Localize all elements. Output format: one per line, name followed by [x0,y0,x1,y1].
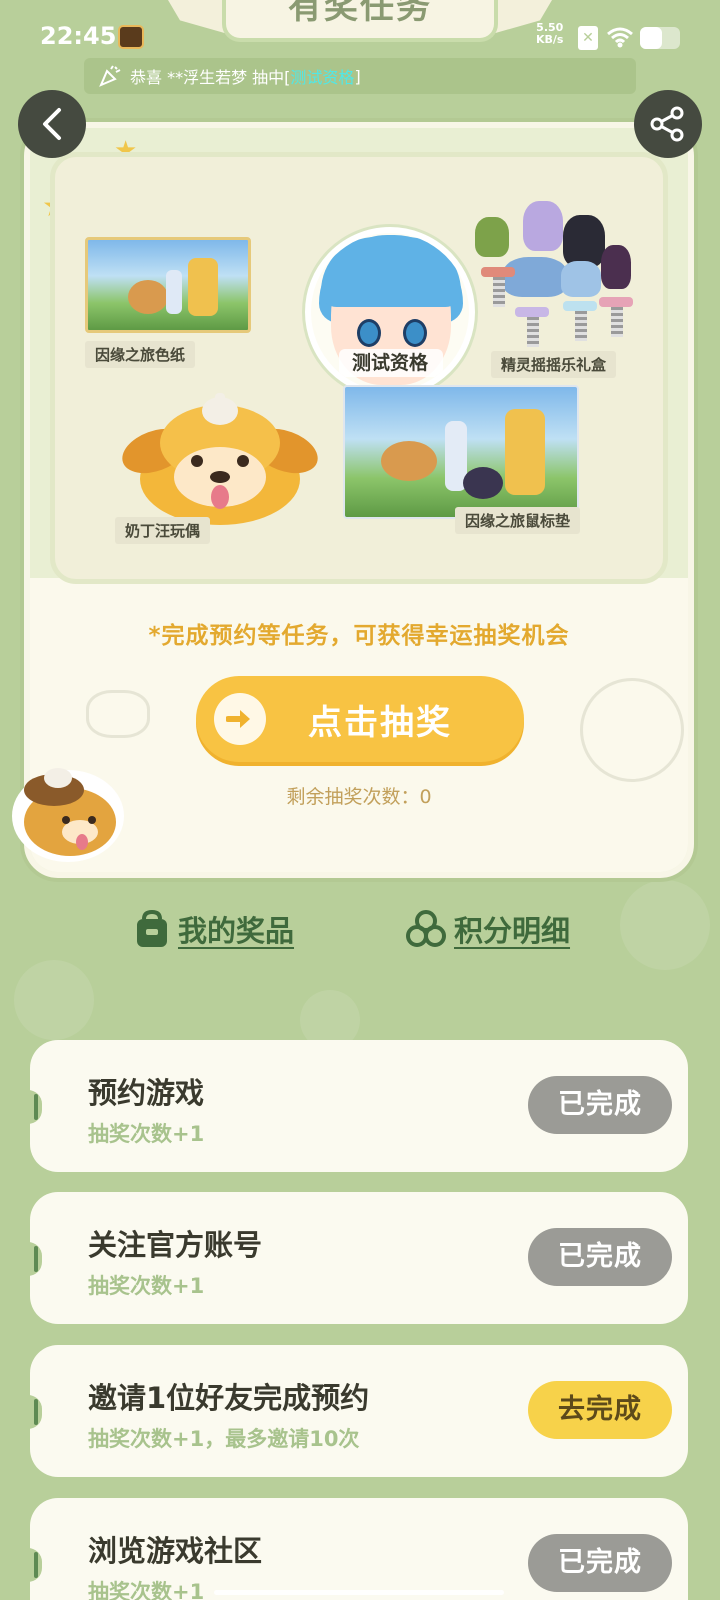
task-card: 邀请1位好友完成预约 抽奖次数+1，最多邀请10次 去完成 [28,1345,688,1477]
arrow-right-icon [214,693,266,745]
plush-image [122,393,318,525]
task-status-button[interactable]: 已完成 [528,1228,672,1286]
chevron-left-icon [43,108,61,140]
task-title: 邀请1位好友完成预约 [88,1381,370,1415]
page-title-banner: 有奖任务 [222,0,498,42]
stamp-decoration [580,678,684,782]
wifi-icon [607,27,633,48]
task-status-button[interactable]: 已完成 [528,1076,672,1134]
my-prizes-link[interactable]: 我的奖品 [134,908,294,950]
stamp-decoration [86,690,150,738]
home-indicator[interactable] [214,1590,504,1595]
share-button[interactable] [634,90,702,158]
winner-ticker: 恭喜 **浮生若梦 抽中[ 测试资格 ] [84,58,636,94]
task-go-button[interactable]: 去完成 [528,1381,672,1439]
ticker-suffix: ] [354,66,361,86]
battery-level-fill [640,27,662,49]
prize-label-mousepad: 因缘之旅鼠标垫 [455,507,581,534]
task-title: 关注官方账号 [88,1228,263,1262]
mascot-dog-icon [12,768,124,862]
background-decoration [620,880,710,970]
page-title: 有奖任务 [288,0,432,27]
prize-shaker-box: 精灵摇摇乐礼盒 [467,201,647,378]
remaining-draws-count: 0 [419,786,432,808]
sim-off-icon: ✕ [578,26,598,50]
remaining-draws-label: 剩余抽奖次数： [286,786,420,808]
background-decoration [14,960,94,1040]
gift-bag-icon [137,909,167,947]
draw-button[interactable]: 点击抽奖 [196,676,524,762]
network-speed: 5.50 KB/s [536,22,563,46]
battery-icon [640,27,680,49]
task-card: 关注官方账号 抽奖次数+1 已完成 [28,1192,688,1324]
task-reward: 抽奖次数+1 [88,1122,205,1146]
ticker-highlight: 测试资格 [290,68,355,87]
task-card: 预约游戏 抽奖次数+1 已完成 [28,1040,688,1172]
paper-image [85,237,251,333]
task-reward: 抽奖次数+1，最多邀请10次 [88,1427,360,1451]
prize-label-shaker-box: 精灵摇摇乐礼盒 [491,351,617,378]
draw-hint: *完成预约等任务，可获得幸运抽奖机会 [148,623,570,649]
mousepad-image [343,385,579,519]
task-card: 浏览游戏社区 抽奖次数+1 已完成 [28,1498,688,1600]
prize-plush: 奶丁汪玩偶 [115,381,325,544]
task-reward: 抽奖次数+1 [88,1580,205,1600]
party-popper-icon [99,65,121,87]
draw-button-label: 点击抽奖 [308,702,452,743]
prize-label-paper: 因缘之旅色纸 [85,341,196,368]
prize-label-qualification: 测试资格 [351,352,428,374]
task-title: 预约游戏 [88,1076,205,1110]
back-button[interactable] [18,90,86,158]
task-reward: 抽奖次数+1 [88,1274,205,1298]
points-detail-link[interactable]: 积分明细 [406,908,570,950]
my-prizes-label: 我的奖品 [178,914,295,948]
share-icon [650,106,684,142]
prize-qualification: 测试资格 [305,227,475,397]
prize-label-plush: 奶丁汪玩偶 [115,517,211,544]
task-status-button[interactable]: 已完成 [528,1534,672,1592]
prize-showcase: 因缘之旅色纸 测试资格 精灵摇摇乐礼盒 奶丁汪玩偶 因缘之旅鼠标垫 [50,152,668,584]
clover-icon [406,910,446,947]
points-detail-label: 积分明细 [454,914,571,948]
app-notification-icon [118,25,144,49]
status-time: 22:45 [40,22,117,50]
task-title: 浏览游戏社区 [88,1534,263,1568]
ticker-prefix: 恭喜 **浮生若梦 抽中[ [130,68,291,87]
network-speed-unit: KB/s [536,33,564,46]
